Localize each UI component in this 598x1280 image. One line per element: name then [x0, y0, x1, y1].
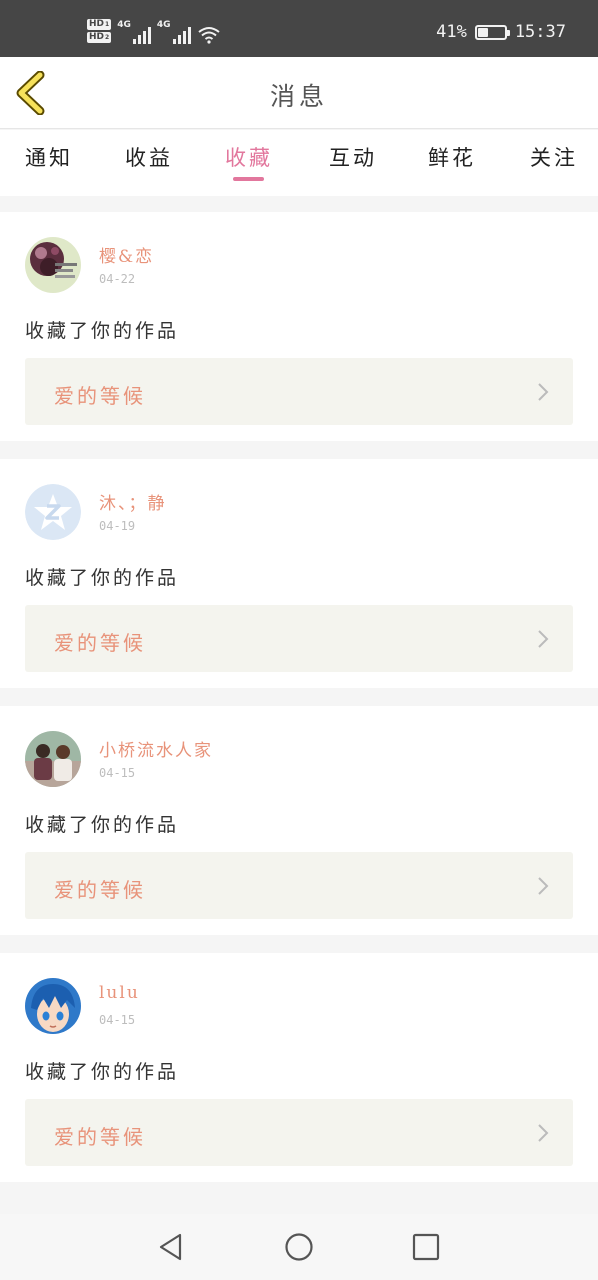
avatar-photo-icon — [25, 731, 81, 787]
avatar[interactable] — [25, 484, 81, 540]
work-link[interactable]: 爱的等候 — [25, 1099, 573, 1166]
message-date: 04-22 — [99, 272, 136, 286]
status-bar: HD 1 HD 2 4G 4G 41% 15:37 — [0, 0, 598, 57]
status-bar-right: 41% 15:37 — [436, 22, 566, 42]
chevron-right-icon — [538, 877, 549, 895]
work-title: 爱的等候 — [54, 631, 146, 655]
status-bar-left: HD 1 HD 2 4G 4G — [87, 14, 221, 48]
message-card: 小桥流水人家 04-15 收藏了你的作品 爱的等候 — [0, 706, 598, 935]
message-action: 收藏了你的作品 — [25, 1061, 180, 1083]
work-link[interactable]: 爱的等候 — [25, 605, 573, 672]
tab-following[interactable]: 关注 — [530, 142, 578, 172]
work-title: 爱的等候 — [54, 878, 146, 902]
work-title: 爱的等候 — [54, 1125, 146, 1149]
avatar[interactable] — [25, 731, 81, 787]
message-card: 沐、；静 04-19 收藏了你的作品 爱的等候 — [0, 459, 598, 688]
message-action: 收藏了你的作品 — [25, 814, 180, 836]
square-recents-icon[interactable] — [411, 1232, 441, 1262]
wifi-icon — [197, 27, 220, 44]
user-name[interactable]: 沐、；静 — [99, 489, 167, 514]
tab-bar: 通知 收益 收藏 互动 鲜花 关注 — [0, 130, 598, 196]
signal-icon — [172, 26, 191, 44]
clock: 15:37 — [514, 22, 566, 42]
triangle-back-icon[interactable] — [156, 1232, 186, 1262]
avatar[interactable] — [25, 978, 81, 1034]
avatar-anime-icon — [25, 978, 81, 1034]
message-date: 04-19 — [99, 519, 136, 533]
work-link[interactable]: 爱的等候 — [25, 852, 573, 919]
system-nav-bar — [0, 1214, 598, 1280]
message-date: 04-15 — [99, 766, 136, 780]
message-action: 收藏了你的作品 — [25, 567, 180, 589]
signal-icon — [132, 26, 151, 44]
app-header: 消息 — [0, 57, 598, 129]
avatar[interactable] — [25, 237, 81, 293]
avatar-photo-icon — [25, 237, 81, 293]
chevron-right-icon — [538, 383, 549, 401]
tab-favorites[interactable]: 收藏 — [225, 142, 273, 172]
network-type-1: 4G — [117, 20, 131, 30]
tab-notifications[interactable]: 通知 — [25, 142, 73, 172]
page-title: 消息 — [269, 82, 328, 111]
message-card: lulu 04-15 收藏了你的作品 爱的等候 — [0, 953, 598, 1182]
network-type-2: 4G — [156, 20, 171, 30]
message-action: 收藏了你的作品 — [25, 320, 180, 342]
tab-interactions[interactable]: 互动 — [329, 142, 377, 172]
chevron-right-icon — [538, 630, 549, 648]
circle-home-icon[interactable] — [284, 1232, 314, 1262]
message-card: 樱&恋 04-22 收藏了你的作品 爱的等候 — [0, 212, 598, 441]
tab-earnings[interactable]: 收益 — [125, 142, 173, 172]
battery-percent: 41% — [436, 22, 467, 42]
active-tab-indicator — [233, 177, 264, 181]
user-name[interactable]: 樱&恋 — [99, 242, 154, 267]
hd-badge-2: HD 2 — [87, 32, 112, 43]
battery-icon — [474, 24, 510, 40]
work-title: 爱的等候 — [54, 384, 146, 408]
chevron-right-icon — [538, 1124, 549, 1142]
message-date: 04-15 — [99, 1013, 136, 1027]
user-name[interactable]: lulu — [99, 983, 140, 1003]
default-avatar-star-icon — [25, 484, 81, 540]
user-name[interactable]: 小桥流水人家 — [99, 736, 213, 761]
hd-badge-1: HD 1 — [87, 19, 112, 30]
work-link[interactable]: 爱的等候 — [25, 358, 573, 425]
tab-flowers[interactable]: 鲜花 — [428, 142, 476, 172]
